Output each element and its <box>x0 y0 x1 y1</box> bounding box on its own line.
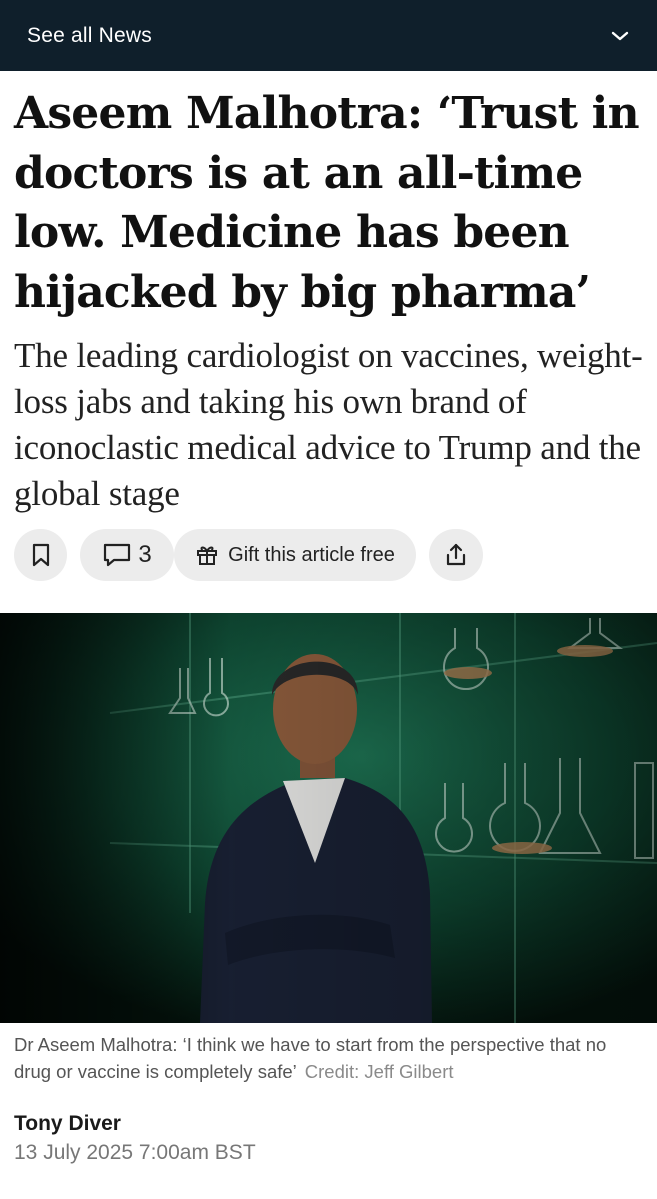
comment-icon <box>102 542 132 568</box>
bookmark-icon <box>31 543 51 567</box>
publish-date: 13 July 2025 7:00am BST <box>14 1141 256 1164</box>
article-standfirst: The leading cardiologist on vaccines, we… <box>14 336 643 513</box>
section-nav-bar[interactable]: See all News <box>0 0 657 71</box>
share-icon <box>444 542 468 568</box>
chevron-down-icon[interactable] <box>609 25 631 47</box>
bookmark-button[interactable] <box>14 529 67 581</box>
gift-article-label: Gift this article free <box>228 543 395 566</box>
photo-credit: Credit: Jeff Gilbert <box>304 1061 454 1082</box>
author-name[interactable]: Tony Diver <box>14 1112 121 1136</box>
photo-caption: Dr Aseem Malhotra: ‘I think we have to s… <box>14 1031 644 1085</box>
article-headline: Aseem Malhotra: ‘Trust in doctors is at … <box>14 88 640 318</box>
comments-button[interactable]: 3 <box>80 529 174 581</box>
article-photo <box>0 613 657 1023</box>
gift-icon <box>195 543 219 567</box>
article-actions: 3 Gift this article free <box>14 529 654 581</box>
section-nav-label: See all News <box>27 23 152 47</box>
comment-count: 3 <box>138 541 152 568</box>
share-button[interactable] <box>429 529 483 581</box>
gift-article-button[interactable]: Gift this article free <box>174 529 416 581</box>
